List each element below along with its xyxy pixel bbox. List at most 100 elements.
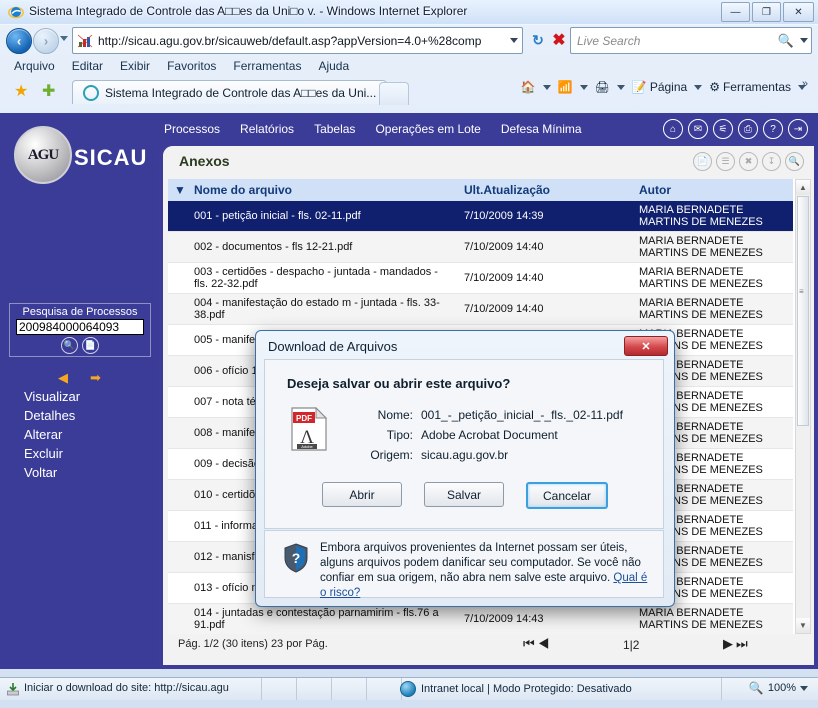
row-marker — [168, 386, 188, 418]
browser-tab[interactable]: Sistema Integrado de Controle das A□□es … — [72, 80, 388, 104]
cell-nome-do-arquivo[interactable]: 014 - juntadas e contestação parnamirim … — [188, 603, 458, 634]
sidebar-item-detalhes[interactable]: Detalhes — [0, 406, 159, 425]
sidebar-item-voltar[interactable]: Voltar — [0, 463, 159, 482]
table-scrollbar[interactable]: ▲ ≡ ▼ — [795, 179, 811, 634]
dialog-close-button[interactable]: ✕ — [624, 336, 668, 356]
column-header-autor[interactable]: Autor — [633, 179, 793, 201]
scroll-down-icon[interactable]: ▼ — [796, 618, 810, 633]
last-page-icon[interactable]: ⏭ — [736, 636, 751, 651]
menu-item-editar[interactable]: Editar — [72, 59, 103, 73]
panel-header: Anexos 📄 ☰ ✖ ↧ 🔍 — [163, 146, 814, 176]
next-record-icon[interactable]: ➡ — [90, 371, 101, 384]
sidebar-item-excluir[interactable]: Excluir — [0, 444, 159, 463]
maximize-button[interactable]: ❐ — [752, 2, 781, 22]
save-button[interactable]: Salvar — [424, 482, 504, 507]
page-menu-button[interactable]: 📝 Página — [632, 80, 687, 94]
next-page-icon[interactable]: ▶ — [723, 636, 736, 651]
menu-item-exibir[interactable]: Exibir — [120, 59, 150, 73]
menu-item-ferramentas[interactable]: Ferramentas — [233, 59, 301, 73]
list-icon[interactable]: ☰ — [716, 152, 735, 171]
cell-autor: MARIA BERNADETE MARTINS DE MENEZES — [633, 603, 793, 634]
scrollbar-thumb[interactable] — [797, 196, 809, 426]
svg-text:?: ? — [292, 550, 301, 566]
security-zone[interactable]: Intranet local | Modo Protegido: Desativ… — [400, 681, 632, 697]
address-input[interactable]: http://sicau.agu.gov.br/sicauweb/default… — [72, 27, 523, 54]
refresh-icon[interactable]: ↻ — [527, 29, 549, 51]
stop-icon[interactable]: ✖ — [548, 29, 570, 51]
feeds-icon[interactable]: 📶 — [558, 80, 573, 94]
row-marker — [168, 417, 188, 449]
agu-logo: AGU — [14, 126, 72, 184]
help-icon[interactable]: ? — [763, 119, 783, 139]
add-favorite-icon[interactable]: ✚ — [42, 81, 55, 101]
table-row[interactable]: 002 - documentos - fls 12-21.pdf 7/10/200… — [168, 231, 793, 263]
download-icon[interactable]: ↧ — [762, 152, 781, 171]
table-row[interactable]: 004 - manifestação do estado m - juntada… — [168, 293, 793, 325]
search-icon[interactable]: 🔍 — [785, 152, 804, 171]
column-header-atualizacao[interactable]: Ult.Atualização — [458, 179, 633, 201]
nav-item-operacoes-em-lote[interactable]: Operações em Lote — [375, 122, 480, 136]
print-dropdown-icon[interactable] — [616, 84, 625, 90]
nav-item-processos[interactable]: Processos — [164, 122, 220, 136]
table-row[interactable]: 001 - petição inicial - fls. 02-11.pdf 7/… — [168, 201, 793, 232]
pagination-prev-group[interactable]: ⏮◀ — [523, 636, 552, 652]
cell-nome-do-arquivo[interactable]: 002 - documentos - fls 12-21.pdf — [188, 231, 458, 263]
logout-icon[interactable]: ⇥ — [788, 119, 808, 139]
new-doc-icon[interactable]: 📄 — [693, 152, 712, 171]
delete-icon[interactable]: ✖ — [739, 152, 758, 171]
close-button[interactable]: ✕ — [783, 2, 814, 22]
search-input[interactable]: Live Search 🔍 — [570, 27, 812, 54]
sort-indicator-icon[interactable]: ▼ — [168, 179, 188, 201]
table-row[interactable]: 014 - juntadas e contestação parnamirim … — [168, 603, 793, 634]
print-icon[interactable]: ⎙ — [738, 119, 758, 139]
process-search-input[interactable] — [16, 319, 144, 335]
search-icon[interactable]: 🔍 — [61, 337, 78, 354]
home-icon[interactable]: 🏠 — [521, 80, 536, 94]
new-tab-button[interactable] — [379, 82, 409, 105]
column-header-nome[interactable]: Nome do arquivo — [188, 179, 458, 201]
pagination-next-group[interactable]: ▶⏭ — [723, 636, 751, 652]
table-row[interactable]: 003 - certidões - despacho - juntada - m… — [168, 262, 793, 294]
home-icon[interactable]: ⌂ — [663, 119, 683, 139]
nav-item-defesa-minima[interactable]: Defesa Mínima — [501, 122, 582, 136]
cell-nome-do-arquivo[interactable]: 003 - certidões - despacho - juntada - m… — [188, 262, 458, 294]
prev-record-icon[interactable]: ◀ — [58, 371, 68, 384]
print-icon[interactable]: 🖨 — [595, 80, 610, 94]
forward-button[interactable]: › — [33, 28, 59, 54]
dialog-footer: ? Embora arquivos provenientes da Intern… — [264, 530, 664, 599]
mail-icon[interactable]: ✉ — [688, 119, 708, 139]
menu-item-arquivo[interactable]: Arquivo — [14, 59, 55, 73]
menu-item-ajuda[interactable]: Ajuda — [318, 59, 349, 73]
zoom-control[interactable]: 🔍 100% — [749, 681, 808, 695]
copy-icon[interactable]: 📄 — [82, 337, 99, 354]
cancel-button[interactable]: Cancelar — [526, 482, 608, 509]
page-dropdown-icon[interactable] — [694, 84, 703, 90]
nav-item-tabelas[interactable]: Tabelas — [314, 122, 355, 136]
home-dropdown-icon[interactable] — [542, 84, 551, 90]
sidebar-item-alterar[interactable]: Alterar — [0, 425, 159, 444]
open-button[interactable]: Abrir — [322, 482, 402, 507]
dialog-field-nome-value: 001_-_petição_inicial_-_fls._02-11.pdf — [421, 408, 623, 422]
process-search-label: Pesquisa de Processos — [22, 306, 138, 318]
tab-label: Sistema Integrado de Controle das A□□es … — [105, 85, 377, 100]
sync-icon[interactable]: ⚟ — [713, 119, 733, 139]
search-dropdown-icon[interactable] — [797, 38, 811, 43]
first-page-icon[interactable]: ⏮ — [523, 636, 538, 651]
address-dropdown-icon[interactable] — [506, 38, 522, 43]
favorites-star-icon[interactable]: ★ — [14, 81, 28, 101]
history-dropdown-icon[interactable] — [60, 36, 68, 41]
tools-menu-button[interactable]: ⚙ Ferramentas — [709, 80, 791, 94]
search-icon[interactable]: 🔍 — [778, 33, 794, 49]
minimize-button[interactable]: — — [721, 2, 750, 22]
sidebar-item-visualizar[interactable]: Visualizar — [0, 387, 159, 406]
cell-nome-do-arquivo[interactable]: 004 - manifestação do estado m - juntada… — [188, 293, 458, 325]
menu-item-favoritos[interactable]: Favoritos — [167, 59, 216, 73]
overflow-chevron-icon[interactable]: » — [802, 78, 808, 90]
back-button[interactable]: ‹ — [6, 28, 32, 54]
cell-nome-do-arquivo[interactable]: 001 - petição inicial - fls. 02-11.pdf — [188, 201, 458, 232]
nav-item-relatorios[interactable]: Relatórios — [240, 122, 294, 136]
prev-page-icon[interactable]: ◀ — [538, 636, 553, 651]
zoom-dropdown-icon[interactable] — [800, 685, 808, 691]
feeds-dropdown-icon[interactable] — [579, 84, 588, 90]
scroll-up-icon[interactable]: ▲ — [796, 180, 810, 195]
